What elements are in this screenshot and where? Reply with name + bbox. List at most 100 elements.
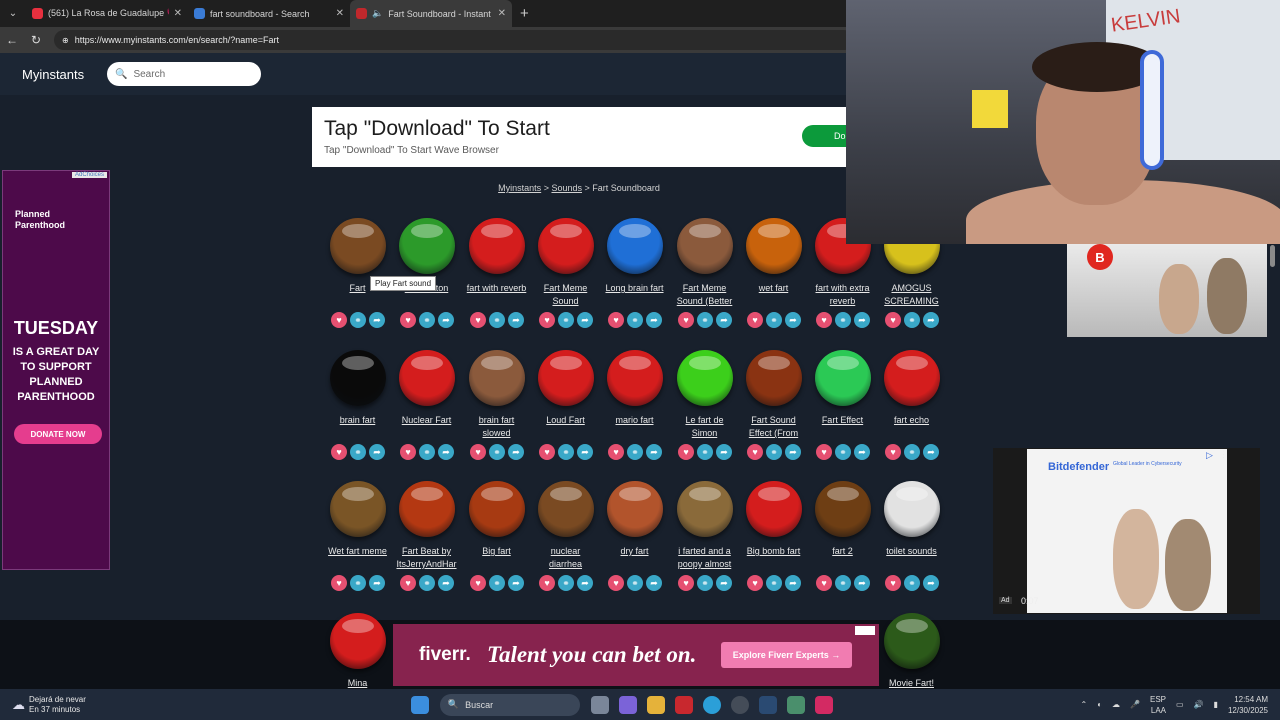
play-sound-button[interactable] (676, 350, 733, 406)
link-icon[interactable]: ⚭ (766, 575, 782, 591)
close-icon[interactable]: ✕ (336, 8, 344, 19)
sound-label[interactable]: Wet fart meme (323, 545, 392, 571)
favorite-heart-icon[interactable]: ♥ (678, 312, 694, 328)
favorite-heart-icon[interactable]: ♥ (885, 444, 901, 460)
favorite-heart-icon[interactable]: ♥ (539, 575, 555, 591)
play-sound-button[interactable] (883, 350, 940, 406)
share-icon[interactable]: ➦ (508, 312, 524, 328)
play-sound-button[interactable] (329, 613, 386, 669)
search-input[interactable]: 🔍 Search (107, 62, 261, 86)
link-icon[interactable]: ⚭ (835, 575, 851, 591)
close-icon[interactable]: ✕ (174, 8, 182, 19)
play-sound-button[interactable] (398, 350, 455, 406)
play-sound-button[interactable] (537, 218, 594, 274)
share-icon[interactable]: ➦ (369, 575, 385, 591)
chevron-up-icon[interactable]: ⌃ (1080, 700, 1087, 709)
display-icon[interactable]: ▭ (1176, 700, 1184, 709)
link-icon[interactable]: ⚭ (766, 312, 782, 328)
back-icon[interactable]: ← (0, 33, 24, 47)
link-icon[interactable]: ⚭ (835, 444, 851, 460)
reload-icon[interactable]: ↻ (24, 33, 48, 47)
antivirus-icon[interactable] (674, 695, 693, 714)
play-sound-button[interactable] (606, 218, 663, 274)
download-button[interactable]: Do (802, 125, 846, 147)
play-sound-button[interactable] (745, 218, 802, 274)
share-icon[interactable]: ➦ (923, 444, 939, 460)
sound-label[interactable]: Fart Sound Effect (From (739, 414, 808, 440)
file-explorer-icon[interactable] (646, 695, 665, 714)
favorite-heart-icon[interactable]: ♥ (400, 312, 416, 328)
site-info-icon[interactable]: ⊕ (62, 36, 69, 45)
favorite-heart-icon[interactable]: ♥ (747, 312, 763, 328)
share-icon[interactable]: ➦ (508, 444, 524, 460)
sound-label[interactable]: fart with extra reverb (808, 282, 877, 308)
play-sound-button[interactable] (676, 218, 733, 274)
sound-label[interactable]: Fart Effect (808, 414, 877, 440)
favorite-heart-icon[interactable]: ♥ (470, 575, 486, 591)
favorite-heart-icon[interactable]: ♥ (885, 575, 901, 591)
tab-myinstants[interactable]: 🔈 Fart Soundboard - Instant Sou ✕ (350, 0, 512, 27)
clock[interactable]: 12:54 AM 12/30/2025 (1228, 694, 1268, 716)
tab-search[interactable]: fart soundboard - Search ✕ (188, 0, 350, 27)
favorite-heart-icon[interactable]: ♥ (331, 312, 347, 328)
share-icon[interactable]: ➦ (369, 312, 385, 328)
play-sound-button[interactable] (537, 481, 594, 537)
play-sound-button[interactable] (468, 350, 525, 406)
sound-label[interactable]: brain fart slowed (462, 414, 531, 440)
link-icon[interactable]: ⚭ (835, 312, 851, 328)
share-icon[interactable]: ➦ (646, 312, 662, 328)
play-sound-button[interactable] (329, 350, 386, 406)
play-sound-button[interactable] (329, 481, 386, 537)
share-icon[interactable]: ➦ (716, 312, 732, 328)
favorite-heart-icon[interactable]: ♥ (539, 444, 555, 460)
share-icon[interactable]: ➦ (785, 444, 801, 460)
link-icon[interactable]: ⚭ (697, 444, 713, 460)
tab-youtube[interactable]: (561) La Rosa de Guadalupe 💗🐘 ✕ (26, 0, 188, 27)
play-icon[interactable]: ▷ (1206, 450, 1213, 461)
play-sound-button[interactable] (398, 481, 455, 537)
favorite-heart-icon[interactable]: ♥ (678, 575, 694, 591)
windows-start-icon[interactable] (410, 695, 429, 714)
wave-browser-ad[interactable]: Tap "Download" To Start Tap "Download" T… (312, 107, 846, 167)
share-icon[interactable]: ➦ (854, 312, 870, 328)
language-indicator[interactable]: ESP LAA (1150, 694, 1166, 716)
app-icon[interactable] (730, 695, 749, 714)
sound-label[interactable]: AMOGUS SCREAMING (877, 282, 946, 308)
site-logo[interactable]: Myinstants (22, 67, 107, 82)
sound-label[interactable]: Le fart de Simon (670, 414, 739, 440)
favorite-heart-icon[interactable]: ♥ (331, 444, 347, 460)
link-icon[interactable]: ⚭ (627, 312, 643, 328)
share-icon[interactable]: ➦ (716, 444, 732, 460)
right-ad-top[interactable]: B (1067, 244, 1267, 337)
sound-label[interactable]: Loud Fart (531, 414, 600, 440)
link-icon[interactable]: ⚭ (558, 444, 574, 460)
share-icon[interactable]: ➦ (785, 312, 801, 328)
sound-label[interactable]: Fart Meme Sound (531, 282, 600, 308)
sound-label[interactable]: fart with reverb (462, 282, 531, 308)
sound-label[interactable]: Fart Beat by ItsJerryAndHar (392, 545, 461, 571)
favorite-heart-icon[interactable]: ♥ (747, 444, 763, 460)
link-icon[interactable]: ⚭ (697, 312, 713, 328)
speaker-icon[interactable]: 🔈 (372, 8, 383, 19)
link-icon[interactable]: ⚭ (350, 444, 366, 460)
share-icon[interactable]: ➦ (577, 312, 593, 328)
share-icon[interactable]: ➦ (438, 312, 454, 328)
weather-widget[interactable]: ☁ Dejará de nevar En 37 minutos (12, 695, 86, 715)
link-icon[interactable]: ⚭ (489, 312, 505, 328)
planned-parenthood-ad[interactable]: AdChoices Planned Parenthood TUESDAY IS … (2, 170, 110, 570)
share-icon[interactable]: ➦ (369, 444, 385, 460)
favorite-heart-icon[interactable]: ♥ (816, 575, 832, 591)
task-view-icon[interactable] (590, 695, 609, 714)
breadcrumb-home[interactable]: Myinstants (498, 183, 541, 193)
play-sound-button[interactable] (814, 481, 871, 537)
link-icon[interactable]: ⚭ (489, 575, 505, 591)
link-icon[interactable]: ⚭ (558, 575, 574, 591)
sound-label[interactable]: mario fart (600, 414, 669, 440)
explore-button[interactable]: Explore Fiverr Experts → (721, 642, 852, 668)
share-icon[interactable]: ➦ (438, 444, 454, 460)
sound-label[interactable]: nuclear diarrhea (531, 545, 600, 571)
share-icon[interactable]: ➦ (785, 575, 801, 591)
link-icon[interactable]: ⚭ (350, 575, 366, 591)
tab-list-button[interactable]: ⌄ (0, 0, 26, 27)
play-sound-button[interactable] (745, 350, 802, 406)
